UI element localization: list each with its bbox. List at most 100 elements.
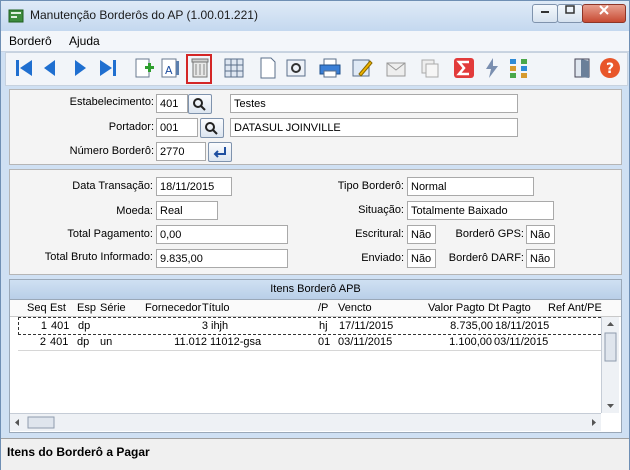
enviado-field[interactable]: Não: [407, 249, 436, 268]
maximize-button[interactable]: [557, 4, 583, 23]
bordero-darf-label: Borderô DARF:: [448, 252, 524, 264]
col-fornecedor[interactable]: Fornecedor: [145, 302, 201, 314]
horizontal-scrollbar[interactable]: [10, 413, 601, 431]
col-titulo[interactable]: Título: [202, 302, 230, 314]
go-button[interactable]: [208, 142, 232, 162]
col-ref-ant[interactable]: Ref Ant/PE: [548, 302, 602, 314]
portador-label: Portador:: [108, 121, 154, 133]
close-button[interactable]: [582, 4, 626, 23]
edit-button[interactable]: A: [158, 56, 182, 80]
first-icon: [16, 60, 32, 76]
copy-button[interactable]: [418, 56, 442, 80]
cell-fornecedor: 3: [201, 320, 208, 332]
cell-esp: dp: [78, 320, 91, 332]
menu-bordero[interactable]: Borderô: [9, 34, 52, 48]
cell-dt-pagto: 03/11/2015: [494, 336, 549, 348]
col-valor-pagto[interactable]: Valor Pagto: [428, 302, 485, 314]
svg-text:?: ?: [606, 61, 614, 77]
menu-ajuda[interactable]: Ajuda: [69, 34, 100, 48]
cell-serie: [101, 318, 139, 334]
next-record-button[interactable]: [68, 56, 92, 80]
table-row[interactable]: 1 401 dp 3 ihjh hj 17/11/2015 8.735,00 1…: [18, 317, 611, 335]
title-bar[interactable]: Manutenção Borderôs do AP (1.00.01.221): [1, 1, 629, 31]
last-record-button[interactable]: [96, 56, 120, 80]
moeda-field[interactable]: Real: [156, 201, 218, 220]
edit-form-button[interactable]: [350, 56, 374, 80]
numero-bordero-field[interactable]: 2770: [156, 142, 206, 161]
col-esp[interactable]: Esp: [77, 302, 96, 314]
edit-form-icon: [352, 59, 373, 77]
sum-icon: [454, 58, 474, 78]
total-pagamento-field[interactable]: 0,00: [156, 225, 288, 244]
grid-header: Seq Est Esp Série Fornecedor Título /P V…: [10, 300, 621, 317]
vertical-scrollbar[interactable]: [601, 317, 619, 413]
situacao-field[interactable]: Totalmente Baixado: [407, 201, 554, 220]
lightning-icon: [486, 58, 498, 78]
cell-seq: 2: [39, 336, 46, 348]
cell-dt-pagto: 18/11/2015: [495, 320, 550, 332]
lightning-button[interactable]: [480, 56, 504, 80]
minimize-button[interactable]: [532, 4, 558, 23]
table-row[interactable]: 2 401 dp un 11.012 11012-gsa 01 03/11/20…: [18, 334, 609, 351]
col-est[interactable]: Est: [50, 302, 66, 314]
status-text: Itens do Borderô a Pagar: [7, 445, 150, 459]
help-button[interactable]: ?: [598, 56, 622, 80]
total-bruto-field[interactable]: 9.835,00: [156, 249, 288, 268]
tree-button[interactable]: [508, 56, 532, 80]
grid-title: Itens Borderô APB: [10, 280, 621, 300]
numero-bordero-label: Número Borderô:: [69, 145, 154, 157]
data-transacao-field[interactable]: 18/11/2015: [156, 177, 232, 196]
window-title: Manutenção Borderôs do AP (1.00.01.221): [30, 8, 258, 22]
grid-button[interactable]: [222, 56, 246, 80]
cell-est: 401: [50, 336, 69, 348]
first-record-button[interactable]: [12, 56, 36, 80]
toolbar: A ?: [5, 52, 628, 86]
cell-serie: un: [100, 336, 113, 348]
col-parcela[interactable]: /P: [318, 302, 328, 314]
estabelecimento-code-field[interactable]: 401: [156, 94, 188, 113]
search-icon: [193, 98, 206, 111]
print-button[interactable]: [318, 56, 342, 80]
last-icon: [100, 60, 116, 76]
exit-button[interactable]: [570, 56, 594, 80]
estabelecimento-search-button[interactable]: [188, 94, 212, 114]
col-seq[interactable]: Seq: [27, 302, 47, 314]
cell-parcela: hj: [319, 320, 328, 332]
status-bar: Itens do Borderô a Pagar: [1, 438, 629, 470]
preview-button[interactable]: [284, 56, 308, 80]
col-dt-pagto[interactable]: Dt Pagto: [488, 302, 531, 314]
add-icon: [135, 58, 154, 78]
cell-valor-pagto: 1.100,00: [449, 336, 492, 348]
cell-fornecedor: 11.012: [174, 336, 207, 348]
document-button[interactable]: [256, 56, 280, 80]
bordero-darf-field[interactable]: Não: [526, 249, 555, 268]
help-icon: ?: [600, 58, 620, 78]
cell-titulo: 11012-gsa: [210, 336, 262, 348]
situacao-label: Situação:: [358, 204, 404, 216]
bordero-gps-field[interactable]: Não: [526, 225, 555, 244]
envelope-button[interactable]: [384, 56, 408, 80]
total-pagamento-label: Total Pagamento:: [67, 228, 153, 240]
close-icon: [599, 5, 609, 15]
tipo-bordero-field[interactable]: Normal: [407, 177, 534, 196]
tree-icon: [510, 59, 527, 78]
scroll-arrows-icon: [604, 322, 617, 408]
cell-parcela: 01: [318, 336, 331, 348]
estabelecimento-desc-field[interactable]: Testes: [230, 94, 518, 113]
portador-search-button[interactable]: [200, 118, 224, 138]
cell-est: 401: [51, 320, 70, 332]
escritural-field[interactable]: Não: [407, 225, 436, 244]
cell-esp: dp: [77, 336, 90, 348]
cell-seq: 1: [40, 320, 47, 332]
enviado-label: Enviado:: [361, 252, 404, 264]
prev-record-button[interactable]: [38, 56, 62, 80]
app-icon: [8, 9, 24, 23]
portador-code-field[interactable]: 001: [156, 118, 198, 137]
sum-button[interactable]: [452, 56, 476, 80]
scroll-arrows-icon: [15, 416, 596, 429]
col-serie[interactable]: Série: [100, 302, 126, 314]
delete-button[interactable]: [186, 54, 212, 84]
portador-desc-field[interactable]: DATASUL JOINVILLE: [230, 118, 518, 137]
col-vencto[interactable]: Vencto: [338, 302, 372, 314]
add-button[interactable]: [132, 56, 156, 80]
